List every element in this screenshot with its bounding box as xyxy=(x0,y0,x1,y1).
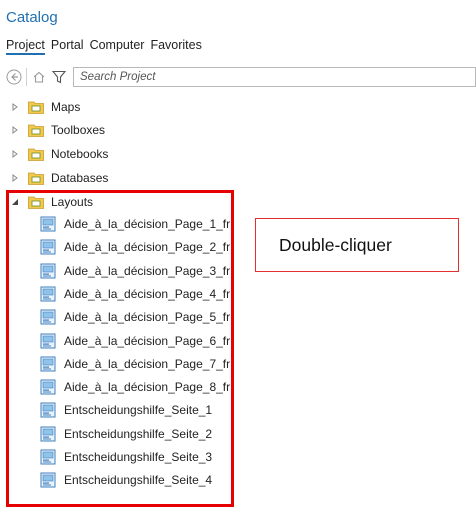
databases-folder-icon xyxy=(28,172,44,185)
search-placeholder: Search Project xyxy=(80,71,156,83)
tree-folder-notebooks[interactable]: Notebooks xyxy=(10,143,108,165)
tree-folder-databases[interactable]: Databases xyxy=(10,167,108,189)
collapse-arrow-icon[interactable] xyxy=(10,149,20,159)
home-icon xyxy=(33,71,45,83)
callout-text: Double-cliquer xyxy=(279,234,392,255)
filter-button[interactable] xyxy=(49,67,69,87)
tree-folder-maps[interactable]: Maps xyxy=(10,96,80,118)
tab-favorites[interactable]: Favorites xyxy=(150,38,201,55)
notebooks-folder-icon xyxy=(28,148,44,161)
collapse-arrow-icon[interactable] xyxy=(10,173,20,183)
collapse-arrow-icon[interactable] xyxy=(10,125,20,135)
callout-box: Double-cliquer xyxy=(255,218,459,272)
maps-folder-icon xyxy=(28,101,44,114)
toolboxes-folder-icon xyxy=(28,124,44,137)
tab-computer[interactable]: Computer xyxy=(90,38,145,55)
tree-folder-label: Toolboxes xyxy=(51,123,106,137)
highlight-box xyxy=(6,190,234,507)
catalog-toolbar: Search Project xyxy=(4,66,476,88)
filter-icon xyxy=(51,70,67,84)
search-input[interactable]: Search Project xyxy=(73,67,476,87)
tree-folder-toolboxes[interactable]: Toolboxes xyxy=(10,119,105,141)
tree-folder-label: Notebooks xyxy=(51,147,109,161)
collapse-arrow-icon[interactable] xyxy=(10,102,20,112)
tree-folder-label: Databases xyxy=(51,171,109,185)
back-button[interactable] xyxy=(4,67,24,87)
catalog-title: Catalog xyxy=(6,9,58,26)
tab-project[interactable]: Project xyxy=(6,38,45,55)
toolbar-separator xyxy=(26,68,27,86)
catalog-tabs: Project Portal Computer Favorites xyxy=(6,38,202,55)
home-button[interactable] xyxy=(29,67,49,87)
tree-folder-label: Maps xyxy=(51,100,81,114)
back-arrow-icon xyxy=(6,69,22,85)
tab-portal[interactable]: Portal xyxy=(51,38,84,55)
